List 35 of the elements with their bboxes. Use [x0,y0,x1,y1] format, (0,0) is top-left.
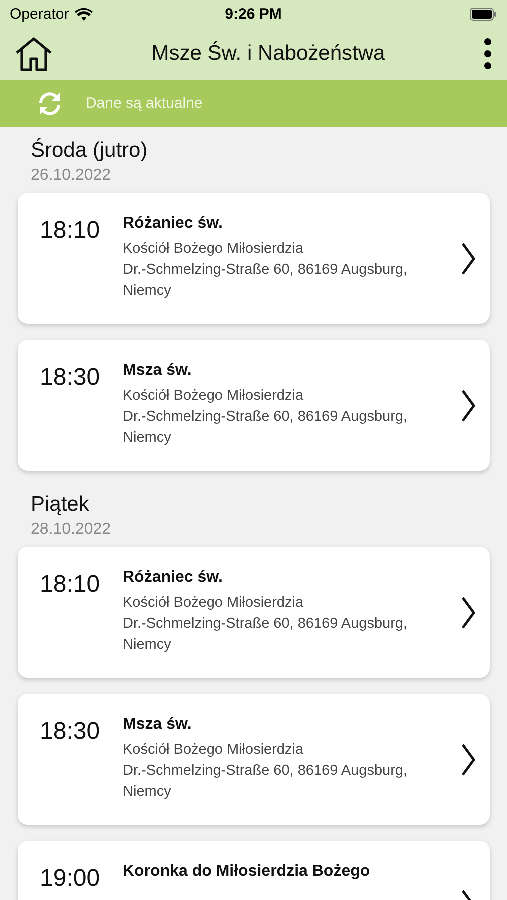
event-title: Różaniec św. [123,215,224,233]
event-card[interactable]: 19:00 Koronka do Miłosierdzia Bożego [18,841,490,900]
chevron-right-icon [460,742,476,776]
event-card[interactable]: 18:30 Msza św. Kościół Bożego Miłosierdzia Dr.-Schmelzing-Straße 60, 86169 Augsburg, Niemcy [18,340,490,471]
event-time: 18:10 [40,571,102,599]
chevron-right-icon [460,388,476,422]
event-time: 18:30 [40,364,102,392]
event-location: Kościół Bożego Miłosierdzia Dr.-Schmelzing-Straße 60, 86169 Augsburg, Niemcy [123,387,409,448]
event-card[interactable]: 18:10 Różaniec św. Kościół Bożego Miłosierdzia Dr.-Schmelzing-Straße 60, 86169 Augsburg, Niemcy [18,547,490,678]
clock-time: 9:26 PM [225,6,282,22]
event-title: Msza św. [123,716,193,734]
chevron-right-icon [460,596,476,630]
event-card[interactable]: 18:10 Różaniec św. Kościół Bożego Miłosierdzia Dr.-Schmelzing-Straße 60, 86169 Augsburg, Niemcy [18,193,490,324]
event-time: 18:10 [40,217,102,245]
home-button[interactable] [14,36,54,72]
event-location: Kościół Bożego Miłosierdzia Dr.-Schmelzing-Straße 60, 86169 Augsburg, Niemcy [123,240,409,301]
carrier-name: Operator [10,6,70,22]
day-heading: Środa (jutro) [31,139,149,163]
event-title: Msza św. [123,362,193,380]
day-date: 28.10.2022 [31,521,112,539]
battery-icon [470,8,498,20]
day-date: 26.10.2022 [31,167,112,185]
event-card[interactable]: 18:30 Msza św. Kościół Bożego Miłosierdzia Dr.-Schmelzing-Straße 60, 86169 Augsburg, Niemcy [18,694,490,825]
event-title: Koronka do Miłosierdzia Bożego [123,863,372,881]
event-time: 18:30 [40,718,102,746]
more-menu-button[interactable] [483,38,493,70]
chevron-right-icon [460,242,476,276]
wifi-icon [75,8,94,20]
sync-status: Dane są aktualne [86,95,203,112]
event-location: Kościół Bożego Miłosierdzia Dr.-Schmelzing-Straße 60, 86169 Augsburg, Niemcy [123,741,409,802]
event-location: Kościół Bożego Miłosierdzia Dr.-Schmelzing-Straße 60, 86169 Augsburg, Niemcy [123,594,409,655]
day-heading: Piątek [31,493,90,517]
event-title: Różaniec św. [123,569,224,587]
event-time: 19:00 [40,865,102,893]
screen-title: Msze Św. i Nabożeństwa [150,42,386,66]
